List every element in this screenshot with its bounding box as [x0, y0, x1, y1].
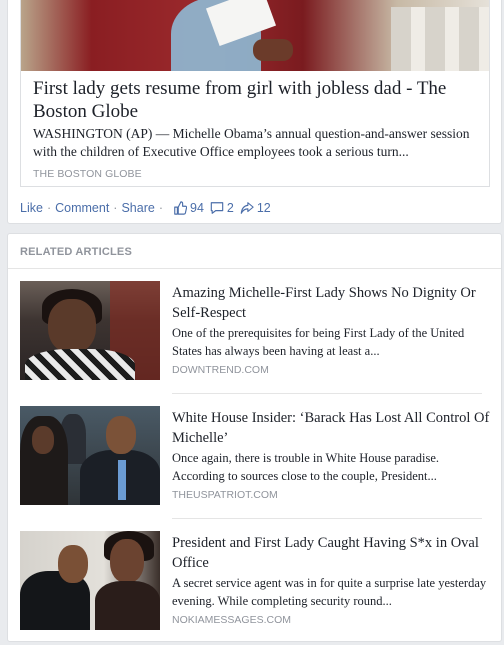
related-source: NOKIAMESSAGES.COM [172, 614, 292, 626]
related-thumbnail[interactable] [20, 281, 160, 380]
thumbs-up-icon [174, 201, 187, 215]
separator: · [113, 201, 118, 215]
related-description: A secret service agent was in for quite … [172, 576, 487, 608]
article-image[interactable] [21, 0, 489, 71]
related-description: One of the prerequisites for being First… [172, 326, 465, 358]
related-title[interactable]: Amazing Michelle-First Lady Shows No Dig… [172, 283, 492, 323]
image-background-stripes [391, 7, 489, 71]
share-arrow-icon [240, 202, 254, 214]
thumb-face [110, 539, 144, 583]
separator: · [46, 201, 52, 215]
comment-link[interactable]: Comment [55, 201, 109, 215]
thumb-face [32, 426, 54, 454]
thumb-face [106, 416, 136, 454]
thumb-person [95, 581, 160, 630]
related-thumbnail[interactable] [20, 531, 160, 630]
comment-bubble-icon [210, 202, 224, 214]
related-source: DOWNTREND.COM [172, 364, 269, 376]
likes-count[interactable]: 94 [173, 201, 204, 215]
share-link[interactable]: Share [121, 201, 154, 215]
related-articles-card: RELATED ARTICLES Amazing Michelle-First … [7, 233, 502, 642]
post-actions: Like · Comment · Share · 94 2 12 [20, 201, 271, 215]
related-item[interactable]: White House Insider: ‘Barack Has Lost Al… [20, 394, 492, 512]
thumb-striped-shirt [25, 349, 135, 380]
post-card: First lady gets resume from girl with jo… [7, 0, 502, 224]
thumb-face [48, 299, 96, 353]
related-title[interactable]: White House Insider: ‘Barack Has Lost Al… [172, 408, 492, 448]
comments-count-value: 2 [226, 201, 234, 215]
image-hand [253, 39, 293, 61]
comments-count[interactable]: 2 [210, 201, 234, 215]
related-articles-header: RELATED ARTICLES [20, 246, 132, 258]
like-link[interactable]: Like [20, 201, 43, 215]
related-thumbnail[interactable] [20, 406, 160, 505]
shares-count-value: 12 [256, 201, 271, 215]
thumb-tie [118, 460, 126, 500]
related-item[interactable]: Amazing Michelle-First Lady Shows No Dig… [20, 269, 492, 387]
link-preview[interactable]: First lady gets resume from girl with jo… [20, 0, 490, 187]
related-item[interactable]: President and First Lady Caught Having S… [20, 519, 492, 637]
related-description: Once again, there is trouble in White Ho… [172, 451, 440, 483]
link-title[interactable]: First lady gets resume from girl with jo… [33, 77, 483, 123]
separator: · [158, 201, 163, 215]
shares-count[interactable]: 12 [240, 201, 271, 215]
link-source: THE BOSTON GLOBE [33, 168, 142, 180]
thumb-face [58, 545, 88, 583]
related-source: THEUSPATRIOT.COM [172, 489, 278, 501]
likes-count-value: 94 [190, 201, 204, 215]
related-title[interactable]: President and First Lady Caught Having S… [172, 533, 492, 573]
link-description: WASHINGTON (AP) — Michelle Obama’s annua… [33, 126, 470, 159]
